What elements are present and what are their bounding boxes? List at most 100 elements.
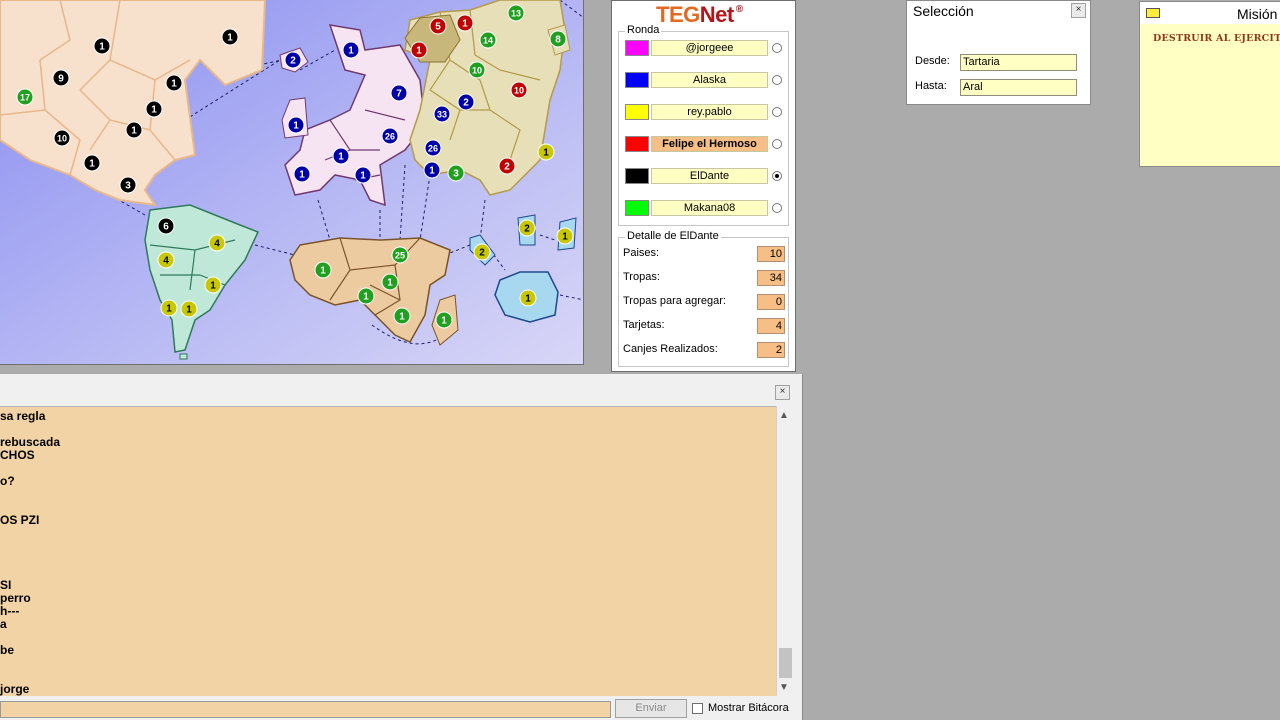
territory-marker[interactable]: 7 <box>390 84 408 102</box>
territory-marker[interactable]: 6 <box>157 217 175 235</box>
scroll-up-icon[interactable]: ▲ <box>779 410 789 421</box>
marker-troops: 9 <box>58 74 64 85</box>
territory-marker[interactable]: 1 <box>435 311 453 329</box>
player-radio[interactable] <box>772 171 782 181</box>
mostrar-bitacora-checkbox[interactable] <box>692 703 703 714</box>
game-map[interactable]: 1 1 9 17 10 1 1 1 1 3 2 1 1 1 1 1 26 7 33 2 26 1 3 5 1 1 13 14 10 10 2… <box>0 0 584 365</box>
territory-marker[interactable]: 10 <box>510 81 528 99</box>
territory-marker[interactable]: 1 <box>204 276 222 294</box>
marker-troops: 6 <box>163 222 169 233</box>
territory-marker[interactable]: 1 <box>180 300 198 318</box>
territory-marker[interactable]: 1 <box>93 37 111 55</box>
player-row: Alaska <box>625 72 787 88</box>
territory-marker[interactable]: 2 <box>473 243 491 261</box>
territory-marker[interactable]: 17 <box>16 88 34 106</box>
chat-close-button[interactable]: × <box>775 385 790 400</box>
territory-marker[interactable]: 26 <box>424 139 442 157</box>
scroll-down-icon[interactable]: ▼ <box>779 682 789 693</box>
chat-scrollbar[interactable]: ▲ ▼ <box>776 406 794 696</box>
player-radio[interactable] <box>772 43 782 53</box>
territory-marker[interactable]: 1 <box>381 273 399 291</box>
detalle-label: Tropas para agregar: <box>623 295 726 307</box>
territory-marker[interactable]: 1 <box>354 166 372 184</box>
marker-troops: 1 <box>543 148 549 159</box>
territory-marker[interactable]: 14 <box>479 31 497 49</box>
world-map-svg[interactable]: 11917101111321111 1267332261 35 11131410102… <box>0 0 584 365</box>
territory-marker[interactable]: 2 <box>457 93 475 111</box>
territory-marker[interactable]: 4 <box>208 234 226 252</box>
player-radio[interactable] <box>772 75 782 85</box>
territory-marker[interactable]: 2 <box>498 157 516 175</box>
marker-troops: 1 <box>151 105 157 116</box>
territory-marker[interactable]: 1 <box>293 165 311 183</box>
marker-troops: 1 <box>416 46 422 57</box>
territory-marker[interactable]: 1 <box>332 147 350 165</box>
marker-troops: 1 <box>525 294 531 305</box>
player-color-swatch <box>625 200 649 216</box>
territory-marker[interactable]: 1 <box>145 100 163 118</box>
territory-marker[interactable]: 10 <box>468 61 486 79</box>
territory-marker[interactable]: 5 <box>429 17 447 35</box>
chat-line: sa regla <box>0 409 46 423</box>
territory-marker[interactable]: 13 <box>507 4 525 22</box>
territory-marker[interactable]: 1 <box>556 227 574 245</box>
envelope-icon <box>1146 8 1160 18</box>
desde-field[interactable]: Tartaria <box>960 54 1077 71</box>
seleccion-close-button[interactable]: × <box>1071 3 1086 18</box>
marker-troops: 1 <box>348 46 354 57</box>
territory-marker[interactable]: 25 <box>391 246 409 264</box>
territory-marker[interactable]: 9 <box>52 69 70 87</box>
chat-input[interactable] <box>0 701 611 718</box>
chat-line: o? <box>0 474 15 488</box>
territory-marker[interactable]: 1 <box>342 41 360 59</box>
territory-marker[interactable]: 3 <box>447 164 465 182</box>
player-color-swatch <box>625 104 649 120</box>
territory-marker[interactable]: 1 <box>314 261 332 279</box>
hasta-field[interactable]: Aral <box>960 79 1077 96</box>
territory-marker[interactable]: 2 <box>284 51 302 69</box>
territory-marker[interactable]: 1 <box>423 161 441 179</box>
island-falklands[interactable] <box>179 353 188 360</box>
territory-marker[interactable]: 26 <box>381 127 399 145</box>
player-name: @jorgeee <box>651 40 768 56</box>
marker-troops: 1 <box>299 170 305 181</box>
territory-marker[interactable]: 1 <box>357 287 375 305</box>
territory-marker[interactable]: 1 <box>537 143 555 161</box>
chat-line: perro <box>0 591 31 605</box>
chat-log[interactable]: sa regla rebuscada CHOS o? OS PZI SI perro h--… <box>0 406 776 696</box>
territory-marker[interactable]: 4 <box>157 251 175 269</box>
territory-marker[interactable]: 33 <box>433 105 451 123</box>
player-radio[interactable] <box>772 139 782 149</box>
territory-marker[interactable]: 2 <box>518 219 536 237</box>
player-radio[interactable] <box>772 107 782 117</box>
enviar-button[interactable]: Enviar <box>615 699 687 718</box>
territory-marker[interactable]: 1 <box>221 28 239 46</box>
detalle-row: Tropas: 34 <box>623 270 785 286</box>
marker-troops: 26 <box>428 144 438 154</box>
territory-marker[interactable]: 1 <box>393 307 411 325</box>
player-radio[interactable] <box>772 203 782 213</box>
seleccion-panel: Selección × Desde: Tartaria Hasta: Aral <box>906 0 1091 105</box>
territory-marker[interactable]: 1 <box>125 121 143 139</box>
territory-marker[interactable]: 1 <box>165 74 183 92</box>
territory-marker[interactable]: 1 <box>519 289 537 307</box>
territory-marker[interactable]: 3 <box>119 176 137 194</box>
detalle-row: Paises: 10 <box>623 246 785 262</box>
marker-troops: 3 <box>453 169 459 180</box>
detalle-label: Canjes Realizados: <box>623 343 718 355</box>
detalle-label: Paises: <box>623 247 660 259</box>
mision-header: Misión <box>1140 2 1280 24</box>
detalle-value: 10 <box>757 246 785 262</box>
marker-troops: 1 <box>399 312 405 323</box>
territory-marker[interactable]: 10 <box>53 129 71 147</box>
detalle-groupbox: Detalle de ElDante Paises: 10 Tropas: 34 Tro… <box>618 230 789 367</box>
territory-marker[interactable]: 1 <box>410 41 428 59</box>
scroll-thumb[interactable] <box>779 648 792 678</box>
territory-marker[interactable]: 1 <box>160 299 178 317</box>
player-row: ElDante <box>625 168 787 184</box>
territory-marker[interactable]: 1 <box>287 116 305 134</box>
territory-marker[interactable]: 8 <box>549 30 567 48</box>
chat-line: h--- <box>0 604 20 618</box>
territory-marker[interactable]: 1 <box>456 14 474 32</box>
territory-marker[interactable]: 1 <box>83 154 101 172</box>
